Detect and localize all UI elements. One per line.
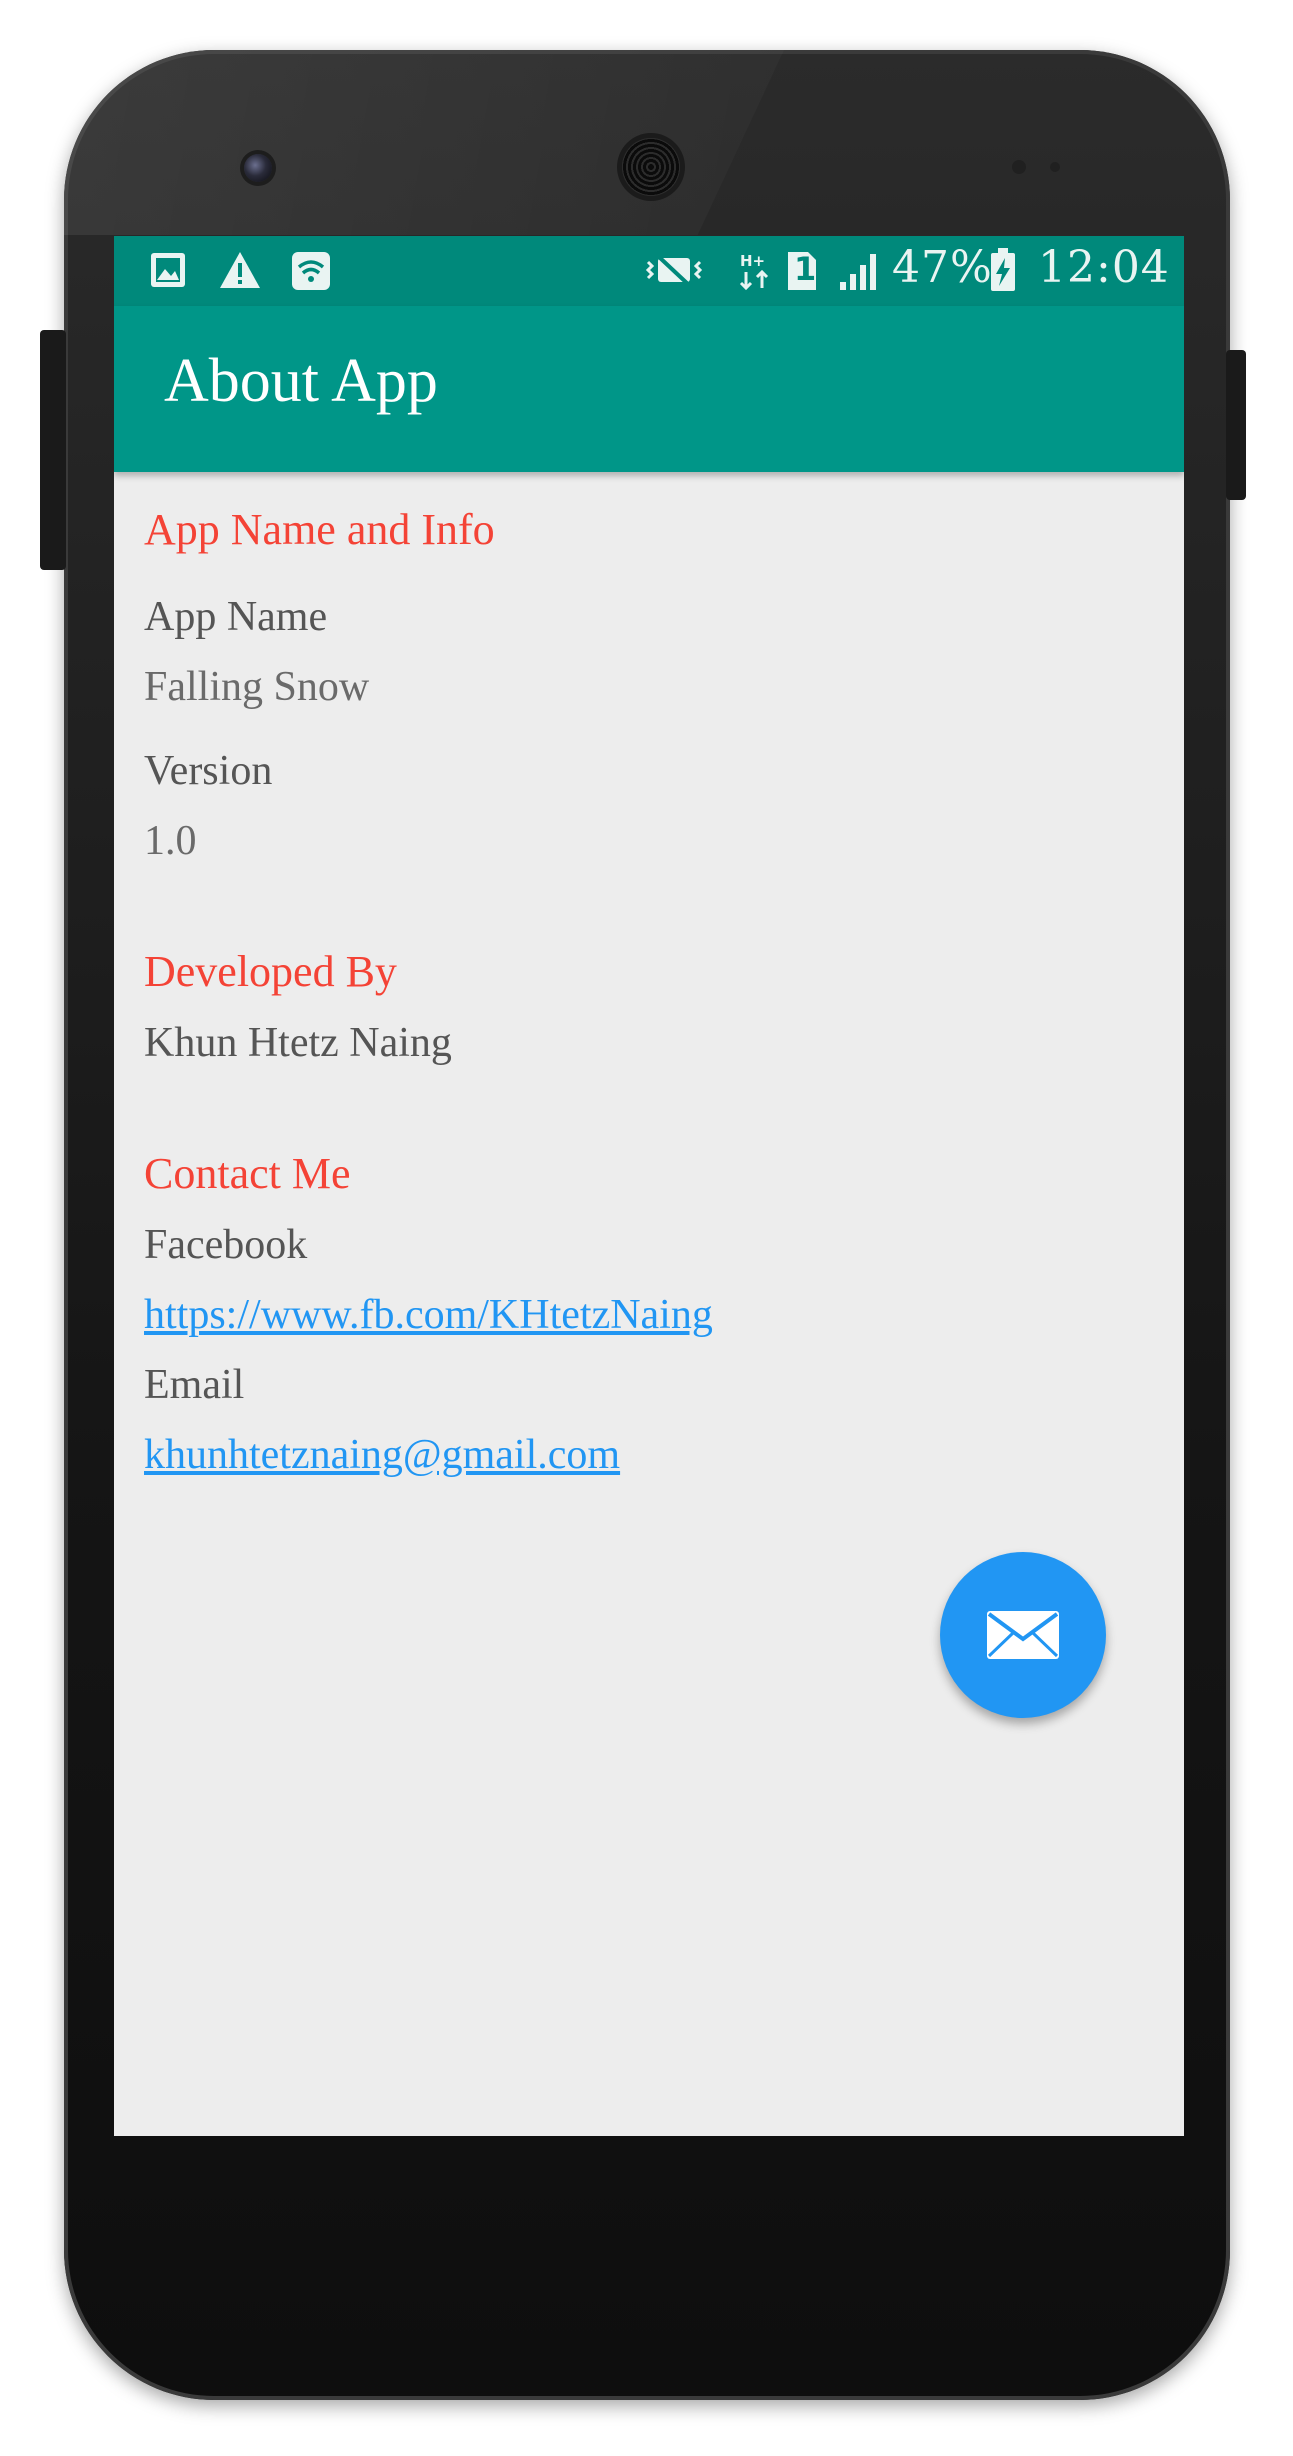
facebook-link[interactable]: https://www.fb.com/KHtetzNaing [144, 1290, 713, 1340]
screen: H+ 1 47% 12:04 About App App Name and In… [114, 236, 1184, 2136]
battery-percent: 47% [892, 242, 993, 293]
app-bar: About App [114, 306, 1184, 472]
email-label: Email [144, 1362, 245, 1408]
send-email-fab[interactable] [940, 1552, 1106, 1718]
page-title: About App [164, 347, 438, 415]
mail-icon [985, 1609, 1061, 1661]
version-label: Version [144, 748, 273, 794]
phone-glare [64, 50, 784, 235]
earpiece-speaker [622, 138, 680, 196]
proximity-sensor [1012, 160, 1026, 174]
signal-icon [838, 250, 882, 297]
power-button [1226, 350, 1246, 500]
contact-title: Contact Me [144, 1149, 351, 1198]
facebook-label: Facebook [144, 1222, 308, 1268]
developer-title: Developed By [144, 947, 397, 996]
app-name-label: App Name [144, 594, 328, 640]
light-sensor [1050, 162, 1060, 172]
clock: 12:04 [1038, 242, 1170, 293]
image-icon [148, 250, 188, 295]
status-bar: H+ 1 47% 12:04 [114, 236, 1184, 306]
volume-button [40, 330, 66, 570]
wifi-icon [290, 250, 332, 297]
front-camera [244, 154, 272, 182]
warning-icon [218, 250, 262, 295]
vibrate-mute-icon [644, 250, 704, 295]
app-info-title: App Name and Info [144, 505, 495, 554]
version-value: 1.0 [144, 818, 197, 864]
app-name-value: Falling Snow [144, 664, 370, 710]
svg-text:H+: H+ [740, 252, 765, 270]
sim-slot-number: 1 [794, 250, 818, 288]
battery-charging-icon [990, 248, 1016, 297]
data-hplus-icon: H+ [738, 250, 772, 297]
email-link[interactable]: khunhtetznaing@gmail.com [144, 1430, 620, 1480]
developer-name: Khun Htetz Naing [144, 1020, 452, 1066]
